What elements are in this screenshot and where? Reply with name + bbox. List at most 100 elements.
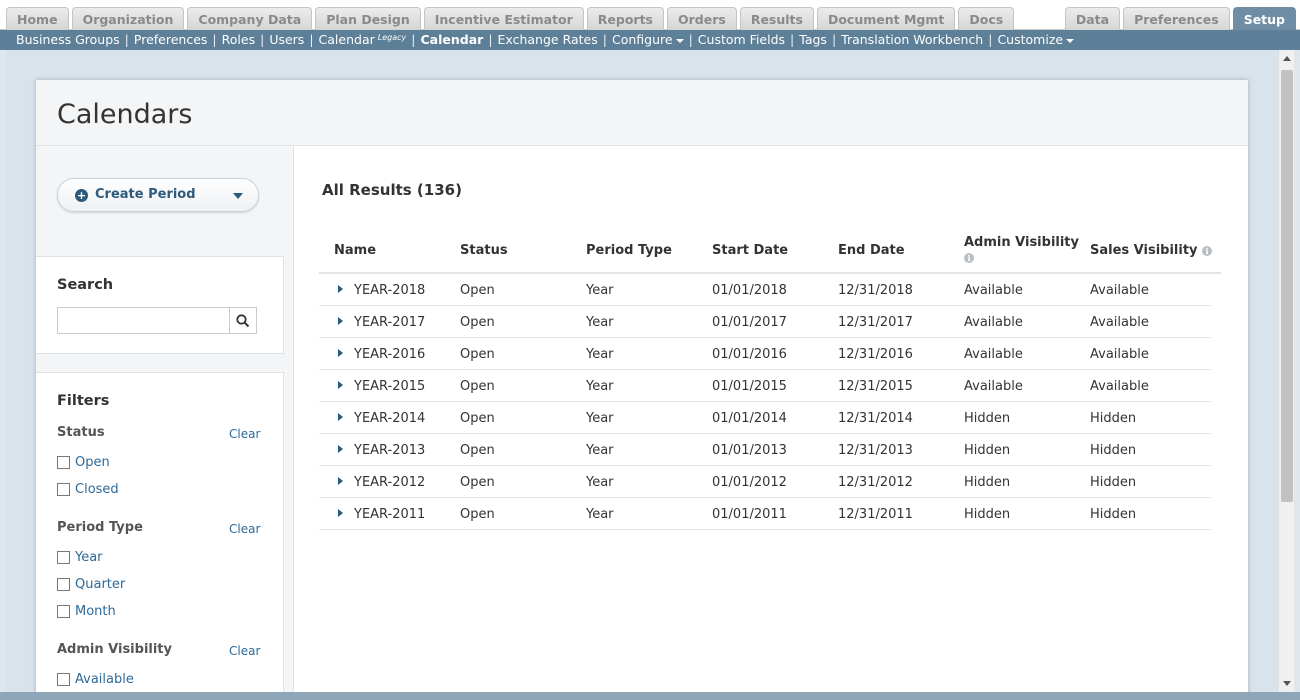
scroll-down-arrow-icon[interactable] — [1283, 681, 1291, 686]
expand-row-icon[interactable] — [338, 509, 343, 517]
cell-type: Year — [586, 443, 614, 458]
subnav-preferences[interactable]: Preferences — [134, 32, 208, 47]
expand-row-icon[interactable] — [338, 317, 343, 325]
column-header-sales-visibility[interactable]: Sales Visibility i — [1090, 243, 1213, 258]
tab-plan-design[interactable]: Plan Design — [315, 7, 421, 30]
table-row[interactable]: YEAR-2014 Open Year 01/01/2014 12/31/2014 Hid… — [319, 402, 1211, 434]
checkbox[interactable] — [57, 673, 70, 686]
cell-admin: Available — [964, 283, 1023, 298]
column-header-name[interactable]: Name — [334, 243, 376, 258]
subnav-translation-workbench[interactable]: Translation Workbench — [841, 32, 983, 47]
cell-status: Open — [460, 283, 495, 298]
expand-row-icon[interactable] — [338, 413, 343, 421]
cell-status: Open — [460, 347, 495, 362]
filter-type-year[interactable]: Year — [57, 550, 103, 565]
cell-end: 12/31/2016 — [838, 347, 913, 362]
scrollbar-thumb[interactable] — [1281, 70, 1293, 502]
subnav-tags[interactable]: Tags — [799, 32, 827, 47]
table-body: YEAR-2018 Open Year 01/01/2018 12/31/2018 Ava… — [319, 274, 1221, 530]
expand-row-icon[interactable] — [338, 285, 343, 293]
scroll-up-arrow-icon[interactable] — [1283, 56, 1291, 61]
cell-sales: Available — [1090, 379, 1149, 394]
status-clear-link[interactable]: Clear — [229, 427, 260, 441]
subnav-users[interactable]: Users — [269, 32, 304, 47]
status-filter-title: Status — [57, 425, 105, 440]
table-row[interactable]: YEAR-2017 Open Year 01/01/2017 12/31/2017 Ava… — [319, 306, 1211, 338]
cell-start: 01/01/2017 — [712, 315, 787, 330]
search-input[interactable] — [57, 307, 229, 334]
column-header-admin-visibility[interactable]: Admin Visibility i — [964, 235, 1079, 265]
checkbox[interactable] — [57, 483, 70, 496]
filter-admin-available[interactable]: Available — [57, 672, 134, 687]
column-header-period-type[interactable]: Period Type — [586, 243, 672, 258]
subnav-exchange-rates[interactable]: Exchange Rates — [498, 32, 598, 47]
table-row[interactable]: YEAR-2018 Open Year 01/01/2018 12/31/2018 Ava… — [319, 274, 1211, 306]
tab-docs[interactable]: Docs — [958, 7, 1015, 30]
tab-setup[interactable]: Setup — [1232, 7, 1296, 30]
caret-down-icon[interactable] — [233, 193, 243, 199]
subnav-configure[interactable]: Configure — [612, 32, 684, 47]
cell-status: Open — [460, 475, 495, 490]
chevron-down-icon — [675, 38, 684, 43]
table-row[interactable]: YEAR-2015 Open Year 01/01/2015 12/31/2015 Ava… — [319, 370, 1211, 402]
expand-row-icon[interactable] — [338, 477, 343, 485]
checkbox[interactable] — [57, 551, 70, 564]
expand-row-icon[interactable] — [338, 349, 343, 357]
cell-admin: Hidden — [964, 411, 1011, 426]
checkbox-label: Month — [75, 604, 116, 619]
table-row[interactable]: YEAR-2016 Open Year 01/01/2016 12/31/2016 Ava… — [319, 338, 1211, 370]
subnav-roles[interactable]: Roles — [222, 32, 255, 47]
subnav-business-groups[interactable]: Business Groups — [16, 32, 120, 47]
subnav-custom-fields[interactable]: Custom Fields — [698, 32, 785, 47]
checkbox[interactable] — [57, 578, 70, 591]
checkbox-label: Year — [75, 550, 103, 565]
admin-visibility-clear-link[interactable]: Clear — [229, 644, 260, 658]
cell-status: Open — [460, 443, 495, 458]
column-header-end-date[interactable]: End Date — [838, 243, 905, 258]
checkbox[interactable] — [57, 605, 70, 618]
tab-reports[interactable]: Reports — [586, 7, 664, 30]
info-icon[interactable]: i — [964, 252, 974, 263]
tab-document-mgmt[interactable]: Document Mgmt — [816, 7, 956, 30]
info-icon[interactable]: i — [1202, 245, 1213, 256]
vertical-scrollbar[interactable] — [1278, 50, 1294, 692]
search-button[interactable] — [229, 307, 257, 334]
create-period-button[interactable]: + Create Period — [57, 178, 259, 212]
tab-data[interactable]: Data — [1064, 7, 1121, 30]
subnav-calendar-legacy[interactable]: Calendar Legacy — [319, 32, 407, 47]
cell-sales: Available — [1090, 315, 1149, 330]
tab-incentive-estimator[interactable]: Incentive Estimator — [423, 7, 584, 30]
cell-status: Open — [460, 507, 495, 522]
expand-row-icon[interactable] — [338, 445, 343, 453]
top-tab-bar: Home Organization Company Data Plan Desi… — [0, 0, 1300, 30]
tab-preferences[interactable]: Preferences — [1123, 7, 1230, 30]
subnav-customize[interactable]: Customize — [997, 32, 1075, 47]
table-row[interactable]: YEAR-2011 Open Year 01/01/2011 12/31/2011 Hid… — [319, 498, 1211, 530]
tab-company-data[interactable]: Company Data — [187, 7, 313, 30]
table-header: Name Status Period Type Start Date End D… — [319, 228, 1221, 274]
filter-status-closed[interactable]: Closed — [57, 482, 119, 497]
bottom-strip — [0, 692, 1300, 700]
tab-orders[interactable]: Orders — [666, 7, 737, 30]
column-header-status[interactable]: Status — [460, 243, 508, 258]
table-row[interactable]: YEAR-2012 Open Year 01/01/2012 12/31/2012 Hid… — [319, 466, 1211, 498]
period-type-clear-link[interactable]: Clear — [229, 522, 260, 536]
tab-home[interactable]: Home — [6, 7, 69, 30]
tab-results[interactable]: Results — [739, 7, 814, 30]
cell-admin: Available — [964, 315, 1023, 330]
expand-row-icon[interactable] — [338, 381, 343, 389]
filter-type-quarter[interactable]: Quarter — [57, 577, 125, 592]
tab-organization[interactable]: Organization — [71, 7, 185, 30]
cell-sales: Hidden — [1090, 411, 1137, 426]
cell-sales: Hidden — [1090, 507, 1137, 522]
checkbox[interactable] — [57, 456, 70, 469]
cell-sales: Hidden — [1090, 443, 1137, 458]
cell-start: 01/01/2012 — [712, 475, 787, 490]
column-header-start-date[interactable]: Start Date — [712, 243, 788, 258]
sub-navigation: Business Groups | Preferences | Roles | Users |… — [0, 30, 1300, 50]
subnav-calendar[interactable]: Calendar — [420, 32, 483, 47]
table-row[interactable]: YEAR-2013 Open Year 01/01/2013 12/31/2013 Hid… — [319, 434, 1211, 466]
filter-status-open[interactable]: Open — [57, 455, 110, 470]
cell-admin: Hidden — [964, 443, 1011, 458]
filter-type-month[interactable]: Month — [57, 604, 116, 619]
